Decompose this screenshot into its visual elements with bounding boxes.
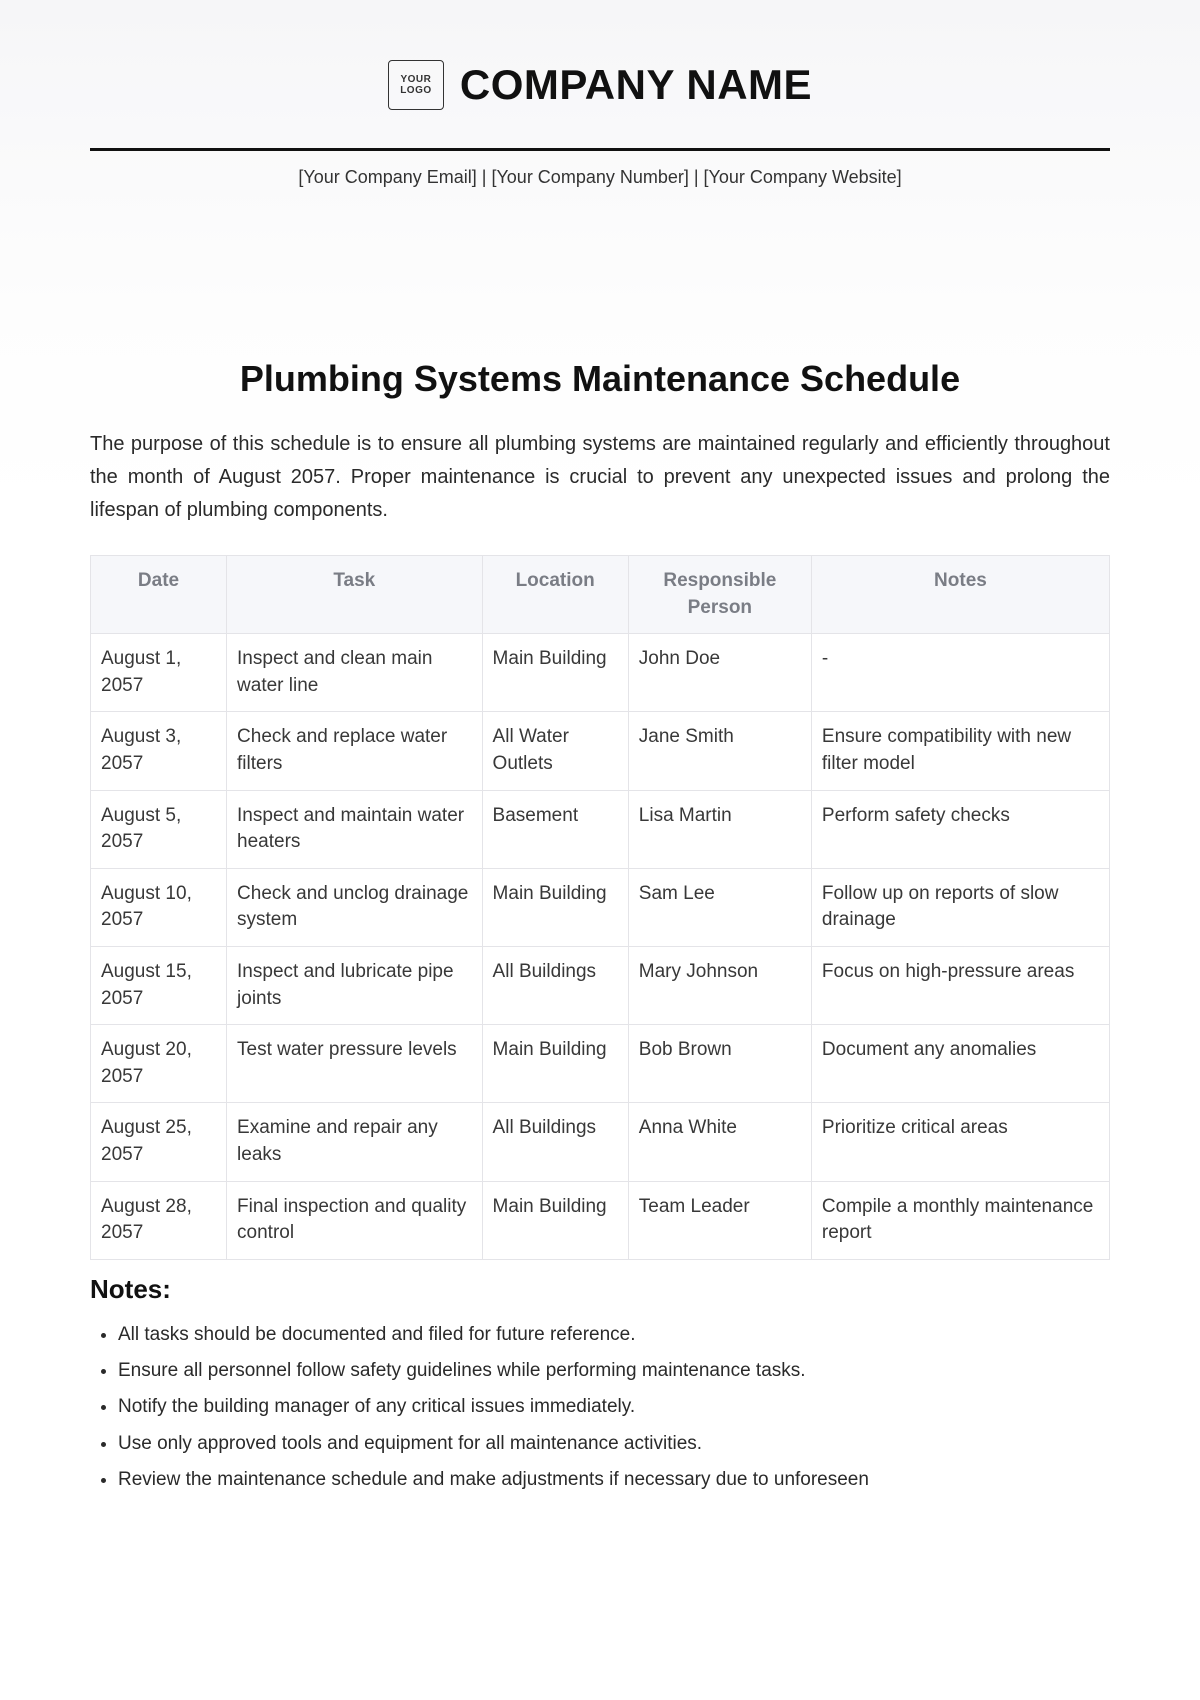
cell-notes: Ensure compatibility with new filter mod… [811,712,1109,790]
cell-notes: - [811,634,1109,712]
cell-date: August 20, 2057 [91,1025,227,1103]
schedule-table: Date Task Location Responsible Person No… [90,555,1110,1260]
cell-date: August 5, 2057 [91,790,227,868]
list-item: Ensure all personnel follow safety guide… [118,1355,1110,1387]
list-item: Use only approved tools and equipment fo… [118,1428,1110,1460]
cell-date: August 25, 2057 [91,1103,227,1181]
cell-person: Jane Smith [628,712,811,790]
cell-notes: Document any anomalies [811,1025,1109,1103]
notes-list: All tasks should be documented and filed… [90,1319,1110,1496]
cell-notes: Follow up on reports of slow drainage [811,868,1109,946]
table-header-row: Date Task Location Responsible Person No… [91,556,1110,634]
intro-paragraph: The purpose of this schedule is to ensur… [90,428,1110,527]
cell-person: Sam Lee [628,868,811,946]
th-date: Date [91,556,227,634]
th-notes: Notes [811,556,1109,634]
table-body: August 1, 2057Inspect and clean main wat… [91,634,1110,1260]
list-item: All tasks should be documented and filed… [118,1319,1110,1351]
page: YOUR LOGO COMPANY NAME [Your Company Ema… [0,0,1200,1700]
cell-task: Test water pressure levels [227,1025,483,1103]
cell-date: August 10, 2057 [91,868,227,946]
cell-location: All Buildings [482,1103,628,1181]
page-title: Plumbing Systems Maintenance Schedule [90,358,1110,400]
notes-heading: Notes: [90,1274,1110,1305]
cell-notes: Perform safety checks [811,790,1109,868]
th-task: Task [227,556,483,634]
table-row: August 28, 2057Final inspection and qual… [91,1181,1110,1259]
logo-placeholder: YOUR LOGO [388,60,444,110]
cell-notes: Compile a monthly maintenance report [811,1181,1109,1259]
cell-person: Bob Brown [628,1025,811,1103]
cell-location: Main Building [482,868,628,946]
th-person: Responsible Person [628,556,811,634]
cell-task: Inspect and lubricate pipe joints [227,946,483,1024]
th-location: Location [482,556,628,634]
table-row: August 3, 2057Check and replace water fi… [91,712,1110,790]
list-item: Notify the building manager of any criti… [118,1391,1110,1423]
cell-location: Main Building [482,1025,628,1103]
cell-date: August 28, 2057 [91,1181,227,1259]
cell-location: Main Building [482,1181,628,1259]
cell-task: Examine and repair any leaks [227,1103,483,1181]
table-row: August 15, 2057Inspect and lubricate pip… [91,946,1110,1024]
cell-notes: Prioritize critical areas [811,1103,1109,1181]
cell-task: Inspect and clean main water line [227,634,483,712]
cell-task: Inspect and maintain water heaters [227,790,483,868]
header: YOUR LOGO COMPANY NAME [Your Company Ema… [90,60,1110,188]
cell-location: Basement [482,790,628,868]
cell-person: Team Leader [628,1181,811,1259]
cell-person: Anna White [628,1103,811,1181]
cell-task: Check and unclog drainage system [227,868,483,946]
list-item: Review the maintenance schedule and make… [118,1464,1110,1496]
cell-person: John Doe [628,634,811,712]
cell-date: August 15, 2057 [91,946,227,1024]
logo-row: YOUR LOGO COMPANY NAME [90,60,1110,110]
cell-location: All Buildings [482,946,628,1024]
cell-notes: Focus on high-pressure areas [811,946,1109,1024]
table-row: August 10, 2057Check and unclog drainage… [91,868,1110,946]
cell-location: All Water Outlets [482,712,628,790]
contact-line: [Your Company Email] | [Your Company Num… [90,167,1110,188]
cell-task: Check and replace water filters [227,712,483,790]
table-row: August 5, 2057Inspect and maintain water… [91,790,1110,868]
table-row: August 25, 2057Examine and repair any le… [91,1103,1110,1181]
cell-date: August 3, 2057 [91,712,227,790]
cell-person: Lisa Martin [628,790,811,868]
table-row: August 1, 2057Inspect and clean main wat… [91,634,1110,712]
cell-date: August 1, 2057 [91,634,227,712]
table-row: August 20, 2057Test water pressure level… [91,1025,1110,1103]
cell-task: Final inspection and quality control [227,1181,483,1259]
company-name: COMPANY NAME [460,61,812,109]
cell-person: Mary Johnson [628,946,811,1024]
divider [90,148,1110,151]
cell-location: Main Building [482,634,628,712]
